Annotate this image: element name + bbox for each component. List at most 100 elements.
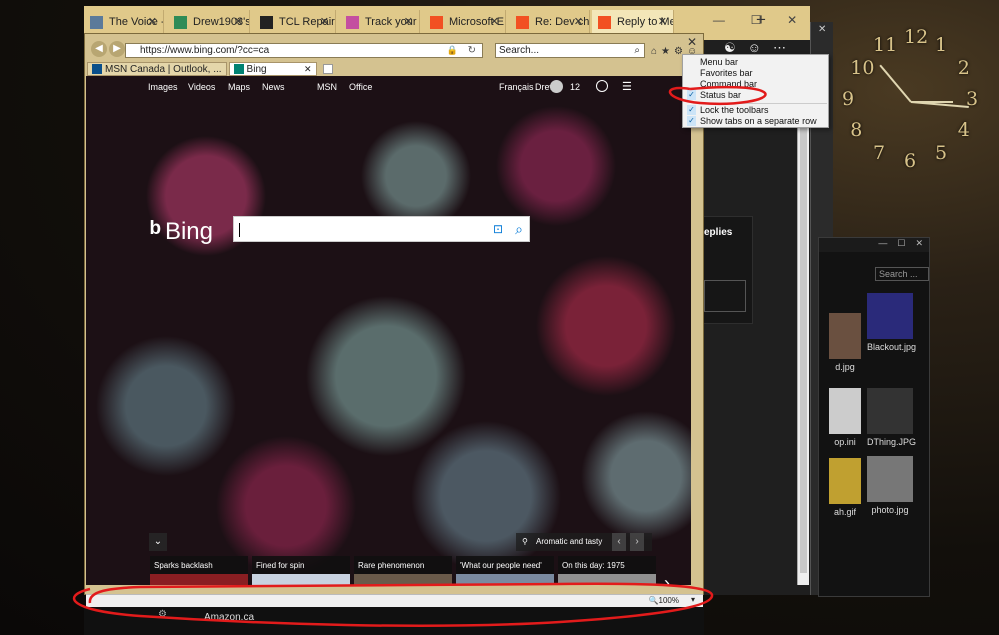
nav-videos[interactable]: Videos: [188, 82, 215, 92]
close-icon[interactable]: ✕: [148, 15, 157, 28]
edge-tab[interactable]: Microsoft E ✕: [424, 10, 506, 34]
tab-label: MSN Canada | Outlook, ...: [105, 63, 222, 75]
menu-item-command-bar[interactable]: Command bar: [683, 79, 828, 90]
tab-favicon: [346, 15, 359, 29]
explorer-search-input[interactable]: Search ...: [875, 267, 929, 281]
amazon-link[interactable]: Amazon.ca: [204, 612, 254, 623]
file-item[interactable]: ah.gif: [829, 458, 861, 517]
edge-tab[interactable]: Drew1903's ✕: [168, 10, 250, 34]
clock-numeral: 2: [957, 57, 970, 79]
news-card[interactable]: 'What our people need': [456, 556, 554, 585]
close-icon[interactable]: ✕: [404, 15, 413, 28]
news-card[interactable]: On this day: 1975: [558, 556, 656, 585]
language-link[interactable]: Français: [499, 82, 534, 92]
back-button[interactable]: ◀: [91, 41, 107, 57]
clock-numeral: 12: [904, 26, 929, 48]
file-item[interactable]: DThing.JPG: [867, 388, 916, 447]
file-thumbnail: [829, 458, 861, 504]
clock-numeral: 7: [873, 141, 886, 164]
file-item[interactable]: op.ini: [829, 388, 861, 447]
scrollbar-thumb[interactable]: [800, 78, 807, 573]
close-icon[interactable]: ✕: [658, 15, 667, 28]
close-icon[interactable]: ✕: [234, 15, 243, 28]
close-icon[interactable]: ✕: [304, 63, 312, 76]
close-button[interactable]: ✕: [787, 13, 797, 27]
menu-item-menu-bar[interactable]: Menu bar: [683, 57, 828, 68]
search-box[interactable]: Search... ⌕: [495, 43, 645, 58]
visual-search-icon[interactable]: ⊡: [493, 222, 503, 236]
news-carousel: Sparks backlash Fined for spin Rare phen…: [150, 556, 656, 585]
zoom-level[interactable]: 🔍100%: [649, 596, 679, 605]
menu-item-tabs-separate-row[interactable]: ✓ Show tabs on a separate row: [683, 116, 828, 127]
file-thumbnail: [867, 388, 913, 434]
location-pin-icon: ⚲: [522, 537, 528, 546]
edge-tab-active[interactable]: Reply to Me ✕: [592, 10, 674, 34]
bing-search-input[interactable]: ⊡ ⌕: [233, 216, 530, 242]
ie-scrollbar[interactable]: [797, 75, 809, 585]
ie-tab[interactable]: MSN Canada | Outlook, ...: [87, 62, 227, 76]
next-image-button[interactable]: ›: [630, 533, 644, 551]
news-card[interactable]: Sparks backlash: [150, 556, 248, 585]
ie-tab-active[interactable]: Bing ✕: [228, 62, 317, 76]
edge-tab[interactable]: Track your ✕: [340, 10, 420, 34]
nav-maps[interactable]: Maps: [228, 82, 250, 92]
chevron-down-icon[interactable]: ⌄: [149, 533, 167, 551]
nav-news[interactable]: News: [262, 82, 285, 92]
address-bar[interactable]: https://www.bing.com/?cc=ca 🔒 ↻: [125, 43, 483, 58]
tab-label: Bing: [246, 63, 267, 75]
file-item[interactable]: photo.jpg: [867, 456, 913, 515]
carousel-next-icon[interactable]: ›: [664, 573, 670, 585]
file-thumbnail: [829, 388, 861, 434]
menu-item-status-bar[interactable]: ✓ Status bar: [683, 90, 828, 101]
close-icon[interactable]: ✕: [490, 15, 499, 28]
menu-item-lock-toolbars[interactable]: ✓ Lock the toolbars: [683, 105, 828, 116]
file-item[interactable]: d.jpg: [829, 313, 861, 372]
content-panel: eplies: [703, 216, 753, 324]
edge-tab[interactable]: TCL Repair ✕: [254, 10, 336, 34]
close-icon[interactable]: ✕: [320, 15, 329, 28]
nav-msn[interactable]: MSN: [317, 82, 337, 92]
close-icon[interactable]: ✕: [818, 24, 826, 35]
address-text: https://www.bing.com/?cc=ca: [140, 45, 270, 56]
clock-widget: 12 1 2 3 4 5 6 7 8 9 10 11: [836, 26, 986, 176]
tab-favicon: [598, 15, 611, 29]
edge-tab[interactable]: Re: Dev cha ✕: [510, 10, 590, 34]
maximize-button[interactable]: ☐: [897, 238, 905, 252]
rewards-icon[interactable]: [596, 80, 608, 92]
clock-numeral: 5: [935, 141, 948, 164]
file-name: d.jpg: [835, 362, 855, 372]
forward-button[interactable]: ▶: [109, 41, 125, 57]
minimize-button[interactable]: —: [713, 13, 725, 27]
refresh-icon[interactable]: ↻: [468, 44, 476, 57]
close-button[interactable]: ✕: [915, 238, 923, 252]
file-item[interactable]: Blackout.jpg: [867, 293, 916, 352]
search-icon[interactable]: ⌕: [515, 221, 523, 238]
clock-numeral: 10: [850, 57, 875, 79]
edge-tab[interactable]: The Voice - ✕: [84, 10, 164, 34]
maximize-button[interactable]: ☐: [751, 13, 762, 27]
image-nav-arrows: ‹ ›: [612, 533, 644, 551]
rewards-count[interactable]: 12: [570, 82, 580, 92]
avatar[interactable]: [550, 80, 563, 93]
search-icon[interactable]: ⌕: [634, 44, 640, 57]
prev-image-button[interactable]: ‹: [612, 533, 626, 551]
nav-images[interactable]: Images: [148, 82, 178, 92]
menu-item-favorites-bar[interactable]: Favorites bar: [683, 68, 828, 79]
new-tab-button[interactable]: [322, 64, 333, 74]
reply-box[interactable]: [704, 280, 746, 312]
favorites-icon[interactable]: ★: [661, 46, 670, 57]
nav-office[interactable]: Office: [349, 82, 372, 92]
home-icon[interactable]: ⌂: [651, 46, 657, 57]
msn-icon: [92, 64, 102, 74]
close-icon[interactable]: ✕: [574, 15, 583, 28]
text-caret: [239, 223, 240, 237]
tab-favicon: [260, 15, 273, 29]
minimize-button[interactable]: —: [878, 238, 887, 252]
news-card[interactable]: Rare phenomenon: [354, 556, 452, 585]
chevron-down-icon[interactable]: ▾: [691, 595, 695, 604]
news-card[interactable]: Fined for spin: [252, 556, 350, 585]
file-thumbnail: [867, 293, 913, 339]
hamburger-menu-icon[interactable]: ☰: [622, 80, 632, 93]
ie-close-button[interactable]: ✕: [687, 35, 697, 49]
bing-homepage: Images Videos Maps News MSN Office Franç…: [86, 76, 691, 585]
